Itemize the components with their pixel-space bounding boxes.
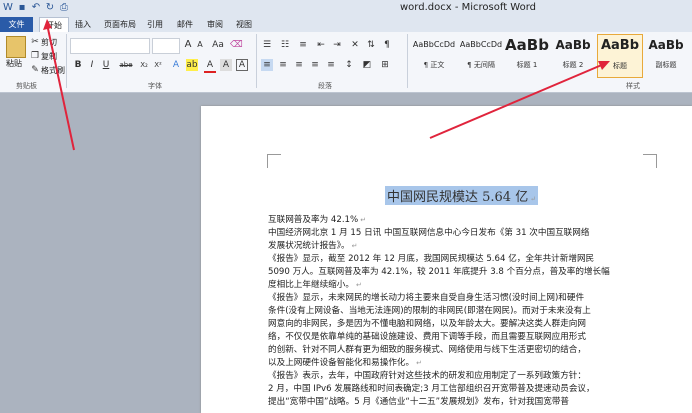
arrow-to-home-tab xyxy=(46,23,75,151)
arrowhead-icon xyxy=(43,19,52,30)
annotation-arrows xyxy=(43,19,610,151)
arrow-to-title-style xyxy=(429,63,605,139)
